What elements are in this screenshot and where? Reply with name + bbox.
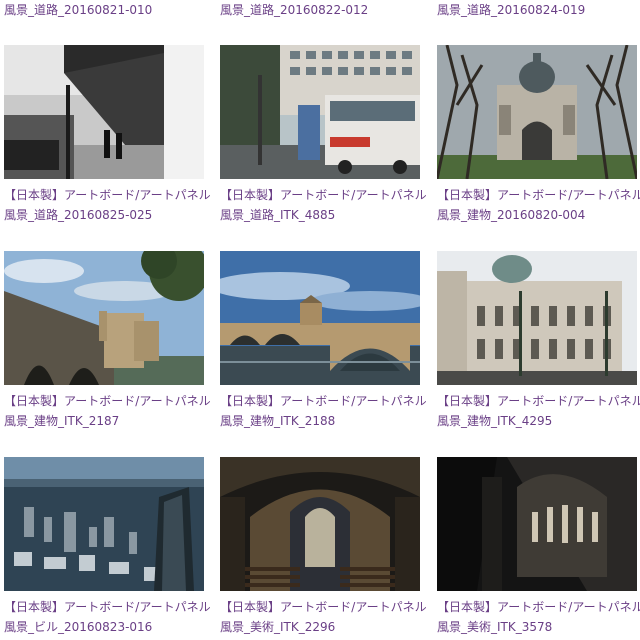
product-card[interactable]: 【日本製】アートボード/アートパネル 風景_建物_ITK_4295 [437, 251, 640, 431]
product-title[interactable]: 風景_建物_20160820-004 [437, 207, 585, 223]
product-maker[interactable]: 【日本製】アートボード/アートパネル [4, 187, 211, 203]
arch-bridge-photo[interactable] [220, 251, 420, 385]
product-maker[interactable]: 【日本製】アートボード/アートパネル [220, 393, 427, 409]
domed-building-photo[interactable] [437, 45, 637, 179]
product-title[interactable]: 風景_建物_ITK_2188 [220, 413, 335, 429]
product-title[interactable]: 風景_道路_20160825-025 [4, 207, 152, 223]
church-interior-photo[interactable] [220, 457, 420, 591]
product-title[interactable]: 風景_美術_ITK_2296 [220, 619, 335, 635]
product-title-top-2[interactable]: 風景_道路_20160822-012 [220, 2, 368, 18]
product-card[interactable]: 【日本製】アートボード/アートパネル 風景_建物_20160820-004 [437, 45, 640, 225]
product-title[interactable]: 風景_ビル_20160823-016 [4, 619, 152, 635]
product-card[interactable]: 【日本製】アートボード/アートパネル 風景_建物_ITK_2187 [4, 251, 211, 431]
product-grid: 風景_道路_20160821-010 風景_道路_20160822-012 風景… [0, 0, 640, 640]
street-photo[interactable] [4, 45, 204, 179]
domed-building-photo-image [437, 45, 637, 179]
opera-house-photo-image [437, 251, 637, 385]
cathedral-dark-photo-image [437, 457, 637, 591]
cathedral-dark-photo[interactable] [437, 457, 637, 591]
product-maker[interactable]: 【日本製】アートボード/アートパネル [437, 393, 640, 409]
product-maker[interactable]: 【日本製】アートボード/アートパネル [437, 599, 640, 615]
city-aerial-photo-image [4, 457, 204, 591]
product-maker[interactable]: 【日本製】アートボード/アートパネル [4, 393, 211, 409]
product-maker[interactable]: 【日本製】アートボード/アートパネル [437, 187, 640, 203]
arch-bridge-photo-image [220, 251, 420, 385]
bridge-castle-photo[interactable] [4, 251, 204, 385]
product-title[interactable]: 風景_建物_ITK_4295 [437, 413, 552, 429]
product-title[interactable]: 風景_美術_ITK_3578 [437, 619, 552, 635]
product-card[interactable]: 【日本製】アートボード/アートパネル 風景_美術_ITK_3578 [437, 457, 640, 637]
product-maker[interactable]: 【日本製】アートボード/アートパネル [220, 187, 427, 203]
product-card[interactable]: 【日本製】アートボード/アートパネル 風景_建物_ITK_2188 [220, 251, 427, 431]
opera-house-photo[interactable] [437, 251, 637, 385]
product-card[interactable]: 【日本製】アートボード/アートパネル 風景_ビル_20160823-016 [4, 457, 211, 637]
product-title-top-3[interactable]: 風景_道路_20160824-019 [437, 2, 585, 18]
bridge-castle-photo-image [4, 251, 204, 385]
product-card[interactable]: 【日本製】アートボード/アートパネル 風景_道路_20160825-025 [4, 45, 211, 225]
product-title[interactable]: 風景_建物_ITK_2187 [4, 413, 119, 429]
bus-photo[interactable] [220, 45, 420, 179]
street-photo-image [4, 45, 204, 179]
product-card[interactable]: 【日本製】アートボード/アートパネル 風景_美術_ITK_2296 [220, 457, 427, 637]
product-title[interactable]: 風景_道路_ITK_4885 [220, 207, 335, 223]
church-interior-photo-image [220, 457, 420, 591]
product-maker[interactable]: 【日本製】アートボード/アートパネル [4, 599, 211, 615]
city-aerial-photo[interactable] [4, 457, 204, 591]
product-card[interactable]: 【日本製】アートボード/アートパネル 風景_道路_ITK_4885 [220, 45, 427, 225]
product-title-top-1[interactable]: 風景_道路_20160821-010 [4, 2, 152, 18]
bus-photo-image [220, 45, 420, 179]
product-maker[interactable]: 【日本製】アートボード/アートパネル [220, 599, 427, 615]
